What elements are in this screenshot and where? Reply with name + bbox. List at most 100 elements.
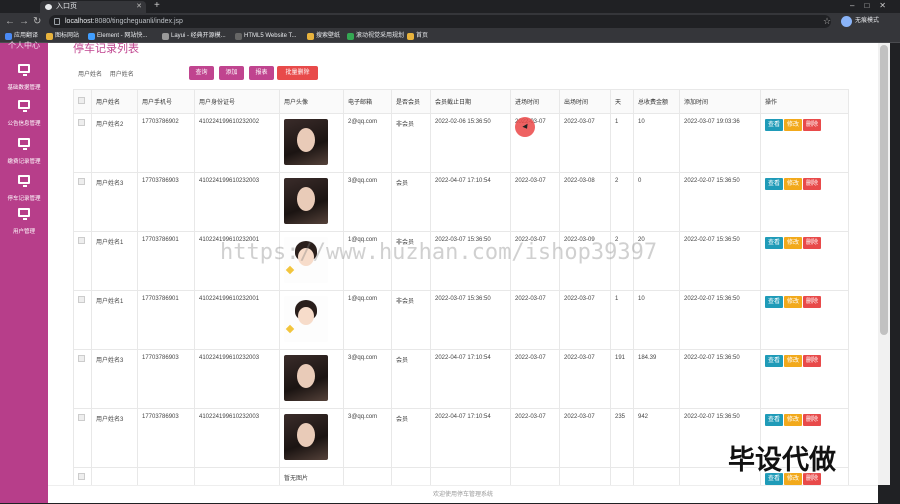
table-row[interactable]: 用户姓名3 17703786903 410224199610232003 3@q… bbox=[73, 349, 849, 409]
edit-button[interactable]: 修改 bbox=[784, 119, 803, 131]
address-bar[interactable]: localhost:8080/tingcheguanli/index.jsp bbox=[49, 15, 831, 28]
cell-email: 1@qq.com bbox=[343, 290, 392, 350]
name-search-input[interactable]: 用户姓名 bbox=[110, 72, 134, 78]
bookmark[interactable]: HTML5 Website T... bbox=[235, 30, 296, 43]
column-header[interactable]: 用户手机号 bbox=[137, 89, 195, 114]
column-header[interactable]: 电子邮箱 bbox=[343, 89, 392, 114]
column-header[interactable]: 天 bbox=[610, 89, 634, 114]
window-controls[interactable]: –□✕ bbox=[850, 0, 896, 12]
column-header[interactable]: 用户身份证号 bbox=[194, 89, 280, 114]
row-checkbox[interactable] bbox=[78, 296, 85, 303]
delete-button[interactable]: 删除 bbox=[803, 237, 822, 249]
sidebar-item-notices[interactable]: 公告信息管理 bbox=[0, 96, 48, 130]
delete-button[interactable]: 删除 bbox=[803, 119, 822, 131]
cell-idcard: 410224199610232002 bbox=[194, 113, 280, 173]
row-checkbox[interactable] bbox=[78, 178, 85, 185]
view-button[interactable]: 查看 bbox=[765, 296, 784, 308]
browser-tab[interactable] bbox=[3, 1, 21, 13]
edit-button[interactable]: 修改 bbox=[784, 414, 803, 426]
view-button[interactable]: 查看 bbox=[765, 414, 784, 426]
bookmark-label: Element - 网站快... bbox=[97, 33, 148, 39]
monitor-icon bbox=[18, 100, 30, 112]
add-button[interactable]: 添加 bbox=[219, 66, 244, 80]
delete-button[interactable]: 删除 bbox=[803, 296, 822, 308]
edit-button[interactable]: 修改 bbox=[784, 237, 803, 249]
select-all-checkbox[interactable] bbox=[78, 97, 85, 104]
vertical-scrollbar[interactable] bbox=[878, 43, 890, 485]
view-button[interactable]: 查看 bbox=[765, 178, 784, 190]
column-header[interactable]: 添加时间 bbox=[679, 89, 761, 114]
sidebar-item-parking-records[interactable]: 停车记录管理 bbox=[0, 171, 48, 205]
bookmark[interactable]: 首页 bbox=[407, 30, 428, 43]
bookmark[interactable]: Element - 网站快... bbox=[88, 30, 147, 43]
delete-button[interactable]: 删除 bbox=[803, 414, 822, 426]
bookmark-icon bbox=[88, 33, 95, 40]
row-checkbox[interactable] bbox=[78, 119, 85, 126]
incognito-profile[interactable]: 无痕模式 bbox=[841, 16, 897, 27]
column-header[interactable]: 是否会员 bbox=[391, 89, 431, 114]
bookmark[interactable]: Layui - 经典开源模... bbox=[162, 30, 226, 43]
cell-phone: 17703786901 bbox=[137, 231, 195, 291]
column-header[interactable]: 会员截止日期 bbox=[430, 89, 511, 114]
forward-icon[interactable]: → bbox=[19, 15, 29, 28]
cell-name: 用户姓名2 bbox=[91, 113, 138, 173]
row-checkbox[interactable] bbox=[78, 237, 85, 244]
delete-button[interactable]: 删除 bbox=[803, 178, 822, 190]
user-avatar-image bbox=[284, 355, 328, 401]
bookmark-label: 应用翻译 bbox=[14, 33, 39, 39]
batch-delete-button[interactable]: 批量删除 bbox=[277, 66, 318, 80]
close-icon[interactable]: ✕ bbox=[136, 1, 142, 13]
column-header[interactable]: 出场时间 bbox=[559, 89, 611, 114]
browser-tab-bar: 入口页 ✕ + –□✕ bbox=[0, 0, 900, 13]
cell-added: 2022-02-07 15:36:50 bbox=[679, 290, 761, 350]
cell-member: 会员 bbox=[391, 408, 431, 468]
bookmark-label: 滚动视觉采用规划 bbox=[356, 33, 405, 39]
cell-email: 3@qq.com bbox=[343, 172, 392, 232]
view-button[interactable]: 查看 bbox=[765, 355, 784, 367]
delete-button[interactable]: 删除 bbox=[803, 355, 822, 367]
cell-out-time: 2022-03-07 bbox=[559, 349, 611, 409]
row-checkbox[interactable] bbox=[78, 414, 85, 421]
cell-days: 1 bbox=[610, 113, 634, 173]
bookmark[interactable]: 滚动视觉采用规划 bbox=[347, 30, 404, 43]
column-header[interactable]: 总收费金额 bbox=[633, 89, 680, 114]
browser-tab-active[interactable]: 入口页 ✕ bbox=[40, 1, 146, 13]
new-tab-button[interactable]: + bbox=[154, 0, 160, 12]
query-button[interactable]: 查询 bbox=[189, 66, 214, 80]
cell-name: 用户姓名1 bbox=[91, 290, 138, 350]
edit-button[interactable]: 修改 bbox=[784, 355, 803, 367]
scrollbar-thumb[interactable] bbox=[880, 45, 888, 335]
sidebar-item-payments[interactable]: 缴费记录管理 bbox=[0, 134, 48, 168]
browser-tab[interactable] bbox=[24, 1, 36, 13]
column-header[interactable]: 用户姓名 bbox=[91, 89, 138, 114]
sidebar-item-basic-data[interactable]: 基础数据管理 bbox=[0, 60, 48, 94]
sidebar-title[interactable]: 个人中心 bbox=[8, 40, 40, 51]
back-icon[interactable]: ← bbox=[5, 15, 15, 28]
table-row[interactable]: 用户姓名3 17703786903 410224199610232003 3@q… bbox=[73, 172, 849, 232]
cell-phone: 17703786901 bbox=[137, 290, 195, 350]
cell-amount: 10 bbox=[633, 290, 680, 350]
user-avatar-image bbox=[284, 119, 328, 165]
cell-phone: 17703786903 bbox=[137, 172, 195, 232]
cell-name: 用户姓名3 bbox=[91, 408, 138, 468]
column-header[interactable]: 用户头像 bbox=[279, 89, 344, 114]
info-icon[interactable] bbox=[54, 18, 60, 25]
edit-button[interactable]: 修改 bbox=[784, 178, 803, 190]
row-checkbox[interactable] bbox=[78, 355, 85, 362]
column-header[interactable]: 进场时间 bbox=[510, 89, 560, 114]
bookmark-label: 搜索壁纸 bbox=[316, 33, 341, 39]
view-button[interactable]: 查看 bbox=[765, 237, 784, 249]
row-checkbox[interactable] bbox=[78, 473, 85, 480]
sidebar-item-users[interactable]: 用户管理 bbox=[0, 204, 48, 238]
table-row[interactable]: 用户姓名2 17703786902 410224199610232002 2@q… bbox=[73, 113, 849, 173]
bookmark[interactable]: 图标网站 bbox=[46, 30, 79, 43]
report-button[interactable]: 报表 bbox=[249, 66, 274, 80]
cell-member: 非会员 bbox=[391, 290, 431, 350]
edit-button[interactable]: 修改 bbox=[784, 296, 803, 308]
star-icon[interactable]: ☆ bbox=[823, 15, 831, 28]
reload-icon[interactable]: ↻ bbox=[33, 15, 41, 28]
cell-days: 235 bbox=[610, 408, 634, 468]
table-row[interactable]: 用户姓名1 17703786901 410224199610232001 1@q… bbox=[73, 290, 849, 350]
bookmark[interactable]: 搜索壁纸 bbox=[307, 30, 340, 43]
view-button[interactable]: 查看 bbox=[765, 119, 784, 131]
